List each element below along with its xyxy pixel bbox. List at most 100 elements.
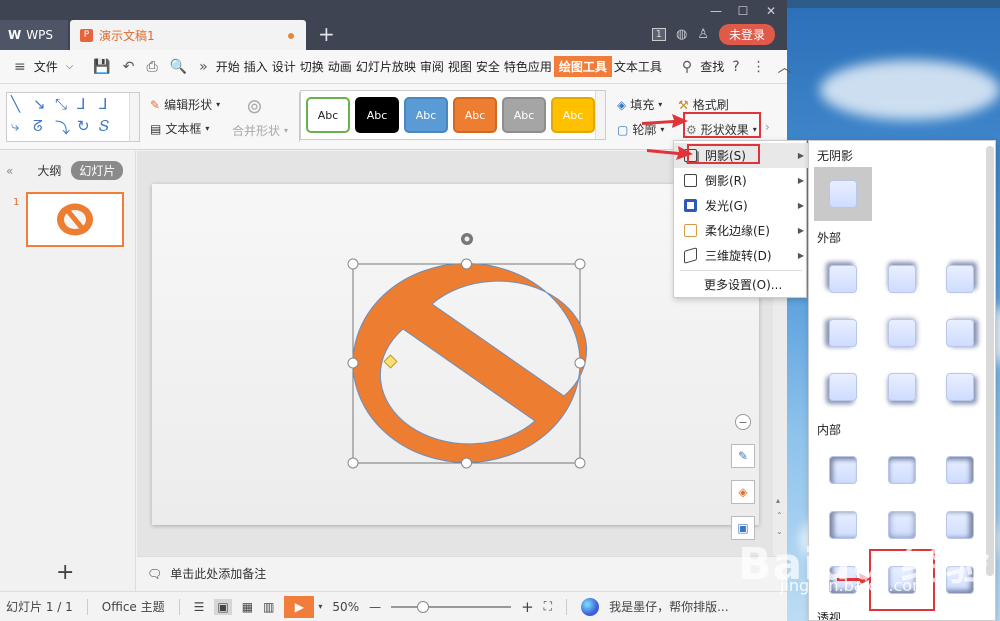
collapse-panel-icon[interactable]: « [6,164,13,178]
add-slide-button[interactable]: + [56,560,74,585]
menu-review[interactable]: 审阅 [418,58,446,75]
curved-connector-icon[interactable]: ᘔ [33,117,43,135]
menu-item-soft-edge[interactable]: 柔化边缘(E) ▶ [674,218,808,243]
no-shadow-option[interactable] [814,167,872,221]
menu-item-glow[interactable]: 发光(G) ▶ [674,193,808,218]
assistant-text[interactable]: 我是墨仔，帮你排版... [609,598,728,615]
more-chevron-icon[interactable]: » [193,59,214,75]
skin-icon[interactable]: ◍ [676,27,687,42]
style-sample-2[interactable]: Abc [404,97,448,133]
menu-item-reflection[interactable]: 倒影(R) ▶ [674,168,808,193]
theme-name[interactable]: Office 主题 [102,598,165,615]
menu-view[interactable]: 视图 [446,58,474,75]
outer-shadow-preset[interactable] [888,319,916,347]
elbow-connector-icon[interactable]: ⅃ [77,95,85,113]
more-options-icon[interactable]: ⋮ [746,59,772,75]
freeform-icon[interactable]: 𝑆 [99,117,109,135]
normal-view-icon[interactable]: ▣ [214,598,232,615]
line-shapes-gallery[interactable]: ╲ ↘ ⤡ ⅃ ⅃ ⤷ ᘔ ⤵ ↻ 𝑆 [6,92,140,142]
shape-style-button[interactable]: ✎ [731,444,755,468]
outer-shadow-preset[interactable] [946,319,974,347]
maximize-icon[interactable]: ☐ [732,4,754,18]
menu-item-more-settings[interactable]: 更多设置(O)... [674,272,808,297]
undo-icon[interactable]: ↶ [117,59,141,75]
merge-shape-button[interactable]: 合并形状 ▾ [232,122,288,139]
window-count-badge[interactable]: 1 [651,28,666,41]
notes-pane[interactable]: 🗨 单击此处添加备注 [137,556,787,590]
menu-text-tools[interactable]: 文本工具 [612,58,664,75]
menu-drawing-tools[interactable]: 绘图工具 [553,56,612,77]
text-box-button[interactable]: ▤ 文本框 ▾ [150,120,209,137]
hamburger-menu-icon[interactable]: ≡ [8,59,32,75]
menu-insert[interactable]: 插入 [242,58,270,75]
assistant-orb-icon[interactable] [581,597,600,616]
style-sample-3[interactable]: Abc [453,97,497,133]
file-menu[interactable]: 文件 [32,58,60,75]
fit-window-icon[interactable]: ⛶ [544,599,552,614]
style-sample-5[interactable]: Abc [551,97,595,133]
outer-shadow-preset[interactable] [888,265,916,293]
print-icon[interactable]: ⎙ [141,59,164,75]
gallery-scroll[interactable] [129,93,139,141]
close-icon[interactable]: ✕ [760,4,782,18]
outer-shadow-preset[interactable] [829,265,857,293]
collapse-tools-icon[interactable]: − [735,414,751,430]
zoom-slider-knob[interactable] [417,600,430,613]
zoom-level[interactable]: 50% [332,600,359,614]
outer-shadow-preset[interactable] [829,319,857,347]
shape-fill-button[interactable]: ◈ [731,480,755,504]
zoom-in-icon[interactable]: + [521,598,534,616]
line-icon[interactable]: ╲ [11,95,20,113]
search-label[interactable]: 查找 [698,58,726,75]
style-sample-1[interactable]: Abc [355,97,399,133]
menu-item-3d-rotation[interactable]: 三维旋转(D) ▶ [674,243,808,268]
help-icon[interactable]: ? [726,59,745,75]
search-icon[interactable]: ⚲ [676,59,698,75]
tab-slides[interactable]: 幻灯片 [71,161,124,180]
menu-animation[interactable]: 动画 [326,58,354,75]
zoom-slider[interactable] [391,600,512,613]
chevron-down-icon[interactable]: ▾ [318,602,322,611]
submenu-scrollbar[interactable] [986,146,994,576]
tab-wps[interactable]: W WPS [0,20,68,50]
elbow-double-icon[interactable]: ⤷ [11,117,19,135]
menu-features[interactable]: 特色应用 [502,58,554,75]
tab-document[interactable]: P 演示文稿1 [70,20,306,50]
arrow-line-icon[interactable]: ↘ [33,95,46,113]
outer-shadow-preset[interactable] [888,373,916,401]
save-icon[interactable]: 💾 [87,59,116,75]
style-sample-4[interactable]: Abc [502,97,546,133]
zoom-out-icon[interactable]: — [369,600,381,614]
outer-shadow-preset[interactable] [946,373,974,401]
menu-start[interactable]: 开始 [214,58,242,75]
menu-transition[interactable]: 切换 [298,58,326,75]
slide-thumbnail[interactable] [26,192,124,247]
ribbon-more-icon[interactable]: › [765,120,770,134]
play-slideshow-button[interactable]: ▶ [284,595,315,618]
tab-outline[interactable]: 大纲 [37,162,61,179]
menu-design[interactable]: 设计 [270,58,298,75]
curved-arrow-icon[interactable]: ⤵ [55,117,70,138]
adjust-handle-icon[interactable] [383,354,398,369]
outer-shadow-preset[interactable] [946,265,974,293]
style-sample-0[interactable]: Abc [306,97,350,133]
minimize-icon[interactable]: — [705,4,727,18]
shirt-icon[interactable]: ♙ [697,27,709,42]
collapse-ribbon-icon[interactable]: ︿ [772,57,798,77]
double-arrow-icon[interactable]: ⤡ [55,95,67,113]
slide-sorter-icon[interactable]: ▦ [242,600,253,614]
inner-shadow-preset[interactable] [946,456,974,484]
menu-slideshow[interactable]: 幻灯片放映 [354,58,418,75]
print-preview-icon[interactable]: 🔍 [164,59,193,75]
inner-shadow-preset[interactable] [829,456,857,484]
chevron-down-icon[interactable]: ⌵ [60,61,80,72]
outer-shadow-preset[interactable] [829,373,857,401]
curve-icon[interactable]: ↻ [77,117,90,135]
inner-shadow-preset[interactable] [888,456,916,484]
edit-shape-button[interactable]: ✎ 编辑形状 ▾ [150,96,220,113]
reading-view-icon[interactable]: ▥ [263,600,274,614]
style-gallery-scroll[interactable] [595,91,605,139]
elbow-arrow-icon[interactable]: ⅃ [99,95,107,113]
login-button[interactable]: 未登录 [718,24,775,45]
new-tab-button[interactable]: + [318,22,335,46]
